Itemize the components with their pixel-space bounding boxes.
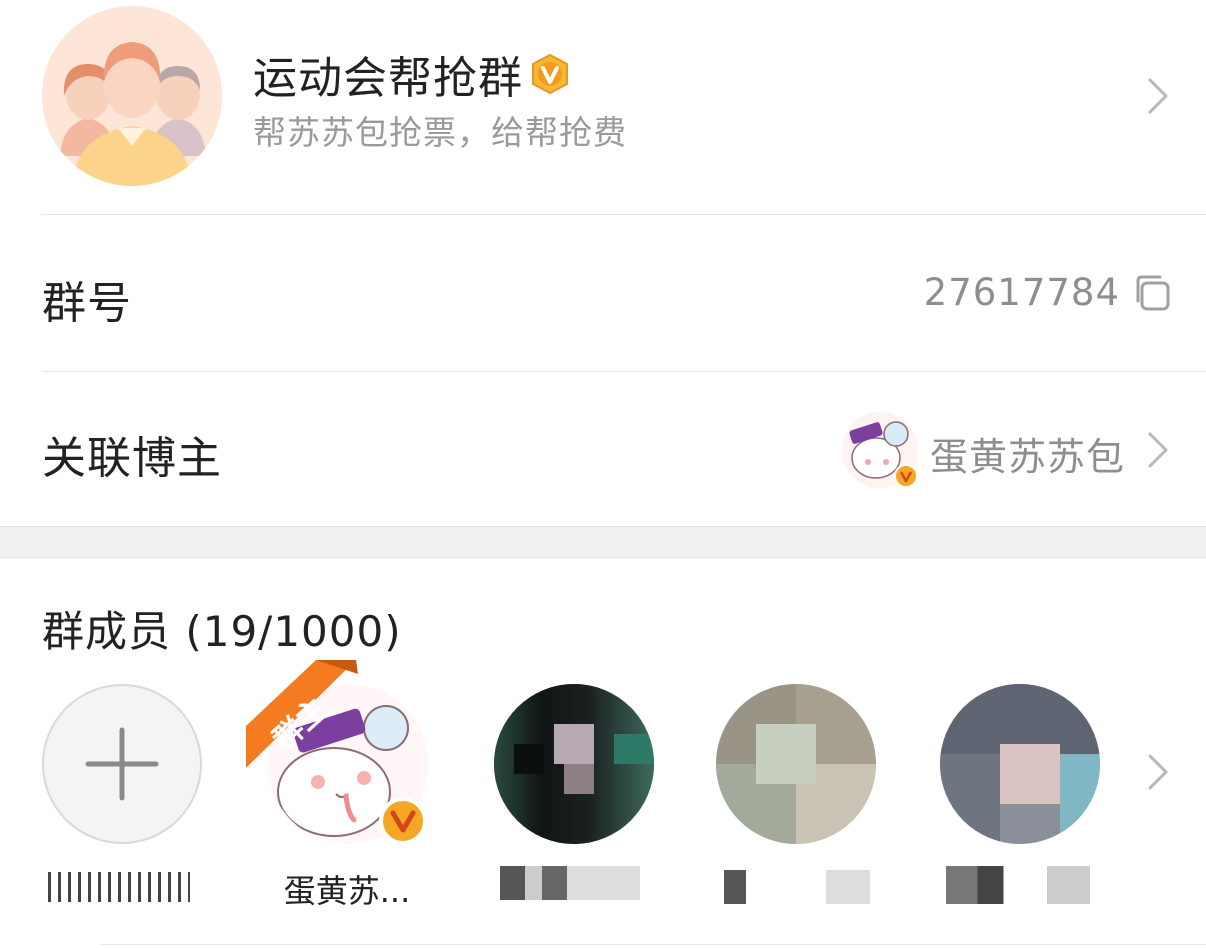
member-avatar[interactable] bbox=[716, 684, 876, 844]
chevron-right-icon bbox=[1148, 432, 1168, 468]
group-description: 帮苏苏包抢票，给帮抢费 bbox=[253, 113, 627, 152]
blogger-name[interactable]: 蛋黄苏苏包 bbox=[930, 426, 1125, 481]
add-member-button[interactable] bbox=[42, 684, 202, 844]
member-avatar[interactable] bbox=[940, 684, 1100, 844]
member-name-redacted bbox=[500, 866, 640, 900]
members-title: 群成员 (19/1000) bbox=[42, 607, 402, 656]
group-id-row: 群号 27617784 bbox=[0, 215, 1206, 371]
member-avatar[interactable] bbox=[494, 684, 654, 844]
plus-icon bbox=[85, 727, 159, 801]
member-name-redacted bbox=[48, 872, 190, 902]
group-id-value: 27617784 bbox=[923, 271, 1120, 314]
member-name: 蛋黄苏... bbox=[283, 872, 411, 910]
group-name: 运动会帮抢群 bbox=[253, 53, 523, 104]
chevron-right-icon[interactable] bbox=[1146, 752, 1170, 792]
group-people-icon bbox=[42, 6, 222, 186]
linked-blogger-label: 关联博主 bbox=[42, 433, 222, 484]
vip-v-badge-icon bbox=[532, 53, 568, 95]
verified-v-badge-icon bbox=[894, 464, 918, 488]
member-name-redacted bbox=[724, 870, 870, 904]
divider bbox=[100, 944, 1206, 945]
group-header[interactable]: 运动会帮抢群 帮苏苏包抢票，给帮抢费 bbox=[0, 0, 1206, 215]
member-name-redacted bbox=[946, 866, 1090, 904]
section-separator bbox=[0, 526, 1206, 558]
copy-icon[interactable] bbox=[1132, 273, 1172, 313]
group-avatar bbox=[42, 6, 222, 186]
chevron-right-icon bbox=[1148, 78, 1168, 114]
group-id-label: 群号 bbox=[42, 278, 132, 329]
verified-v-badge-icon bbox=[379, 797, 427, 845]
